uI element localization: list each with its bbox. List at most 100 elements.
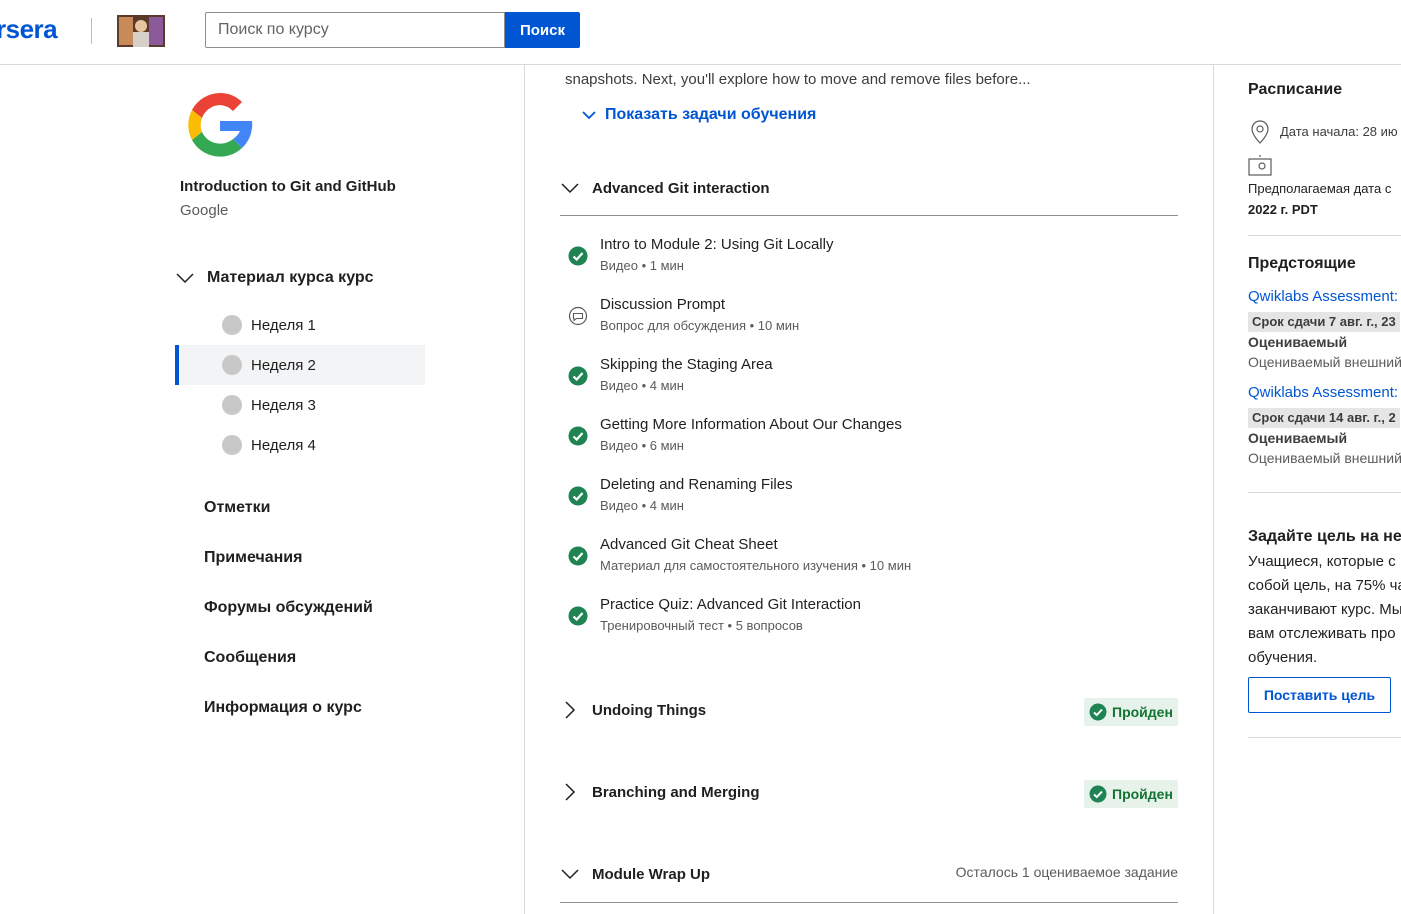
sidebar-item-messages[interactable]: Сообщения [204, 649, 296, 667]
chevron-down-icon [582, 111, 596, 120]
course-organization: Google [180, 202, 229, 219]
sidebar-item-week-3[interactable]: Неделя 3 [175, 385, 425, 425]
module-title: Advanced Git interaction [592, 179, 770, 197]
week-label: Неделя 2 [251, 356, 316, 374]
column-divider [1213, 65, 1214, 914]
lesson-title: Advanced Git Cheat Sheet [600, 536, 778, 553]
chevron-right-icon [565, 783, 576, 801]
lesson-title: Getting More Information About Our Chang… [600, 416, 902, 433]
top-header: rsera Поиск [0, 0, 1401, 65]
google-logo-icon [188, 93, 253, 157]
check-circle-icon [1089, 703, 1107, 721]
chevron-down-icon [561, 183, 579, 194]
estimated-end-date-year: 2022 г. PDT [1248, 202, 1318, 217]
lesson-title: Discussion Prompt [600, 296, 726, 313]
module-description: snapshots. Next, you'll explore how to m… [565, 71, 1031, 88]
header-divider [91, 18, 92, 44]
lesson-item[interactable]: Discussion Prompt Вопрос для обсуждения … [566, 296, 1166, 346]
check-circle-icon [568, 366, 588, 386]
graded-label: Оцениваемый [1248, 430, 1348, 446]
course-material-toggle[interactable]: Материал курса курс [175, 265, 435, 291]
lesson-title: Deleting and Renaming Files [600, 476, 793, 493]
week-label: Неделя 1 [251, 316, 316, 334]
chevron-right-icon [565, 701, 576, 719]
status-badge-label: Пройден [1112, 786, 1173, 802]
section-divider [1248, 492, 1401, 493]
sidebar-item-week-1[interactable]: Неделя 1 [175, 305, 425, 345]
remaining-assignments-note: Осталось 1 оцениваемое задание [955, 864, 1178, 880]
goal-text-line: собой цель, на 75% ча [1248, 577, 1401, 594]
column-divider [524, 65, 525, 914]
lesson-title: Skipping the Staging Area [600, 356, 773, 373]
week-label: Неделя 4 [251, 436, 316, 454]
certificate-icon [1248, 155, 1272, 176]
sidebar-item-forums[interactable]: Форумы обсуждений [204, 599, 373, 617]
set-goal-button[interactable]: Поставить цель [1248, 677, 1391, 713]
upcoming-heading: Предстоящие [1248, 255, 1356, 272]
lesson-meta: Материал для самостоятельного изучения •… [600, 558, 912, 573]
assignment-type: Оцениваемый внешний [1248, 450, 1401, 466]
coursera-logo[interactable]: rsera [0, 14, 58, 45]
module-title: Undoing Things [592, 701, 707, 719]
module-title: Branching and Merging [592, 783, 760, 801]
module-divider [560, 215, 1178, 216]
week-status-icon [222, 435, 242, 455]
chevron-down-icon [176, 273, 194, 284]
lesson-item[interactable]: Getting More Information About Our Chang… [566, 416, 1166, 466]
search-input[interactable] [205, 12, 505, 48]
lesson-item[interactable]: Deleting and Renaming Files Видео • 4 ми… [566, 476, 1166, 526]
schedule-heading: Расписание [1248, 81, 1343, 98]
week-status-icon [222, 355, 242, 375]
sidebar-item-course-info[interactable]: Информация о курс [204, 699, 362, 717]
week-status-icon [222, 315, 242, 335]
check-circle-icon [568, 606, 588, 626]
lesson-item[interactable]: Practice Quiz: Advanced Git Interaction … [566, 596, 1166, 646]
check-circle-icon [568, 426, 588, 446]
upcoming-assignment-link[interactable]: Qwiklabs Assessment: [1248, 384, 1398, 401]
status-badge: Пройден [1084, 698, 1178, 726]
sidebar-item-grades[interactable]: Отметки [204, 499, 270, 517]
chevron-down-icon [561, 869, 579, 880]
location-pin-icon [1251, 120, 1269, 144]
section-divider [1248, 737, 1401, 738]
week-label: Неделя 3 [251, 396, 316, 414]
lesson-item[interactable]: Intro to Module 2: Using Git Locally Вид… [566, 236, 1166, 286]
upcoming-assignment-link[interactable]: Qwiklabs Assessment: [1248, 288, 1398, 305]
lesson-meta: Тренировочный тест • 5 вопросов [600, 618, 803, 633]
lesson-meta: Видео • 6 мин [600, 438, 684, 453]
check-circle-icon [568, 546, 588, 566]
show-objectives-label: Показать задачи обучения [605, 106, 817, 123]
goal-text-line: вам отслеживать про [1248, 625, 1396, 642]
module-title: Module Wrap Up [592, 865, 711, 883]
check-circle-icon [1089, 785, 1107, 803]
check-circle-icon [568, 486, 588, 506]
module-header-advanced-git[interactable]: Advanced Git interaction [560, 178, 1178, 198]
show-learning-objectives-link[interactable]: Показать задачи обучения [580, 106, 816, 124]
week-status-icon [222, 395, 242, 415]
lesson-item[interactable]: Skipping the Staging Area Видео • 4 мин [566, 356, 1166, 406]
avatar[interactable] [117, 15, 165, 47]
weekly-goal-heading: Задайте цель на нед [1248, 528, 1401, 545]
sidebar-item-week-2[interactable]: Неделя 2 [175, 345, 425, 385]
lesson-meta: Видео • 1 мин [600, 258, 684, 273]
due-date-badge: Срок сдачи 14 авг. г., 2 [1248, 408, 1400, 428]
check-circle-icon [568, 246, 588, 266]
lesson-meta: Видео • 4 мин [600, 378, 684, 393]
discussion-icon [568, 306, 588, 326]
sidebar-item-week-4[interactable]: Неделя 4 [175, 425, 425, 465]
right-panel: Расписание Дата начала: 28 ию Предполага… [1248, 65, 1401, 914]
lesson-title: Practice Quiz: Advanced Git Interaction [600, 596, 861, 613]
assignment-type: Оцениваемый внешний [1248, 354, 1401, 370]
lesson-title: Intro to Module 2: Using Git Locally [600, 236, 834, 253]
course-material-label: Материал курса курс [207, 269, 374, 286]
module-divider [560, 902, 1178, 903]
graded-label: Оцениваемый [1248, 334, 1348, 350]
search-button[interactable]: Поиск [505, 12, 580, 48]
section-divider [1248, 235, 1401, 236]
goal-text-line: Учащиеся, которые с [1248, 553, 1396, 570]
estimated-end-date: Предполагаемая дата с [1248, 181, 1392, 196]
course-title[interactable]: Introduction to Git and GitHub [180, 178, 396, 195]
status-badge: Пройден [1084, 780, 1178, 808]
lesson-item[interactable]: Advanced Git Cheat Sheet Материал для са… [566, 536, 1166, 586]
sidebar-item-notes[interactable]: Примечания [204, 549, 302, 567]
